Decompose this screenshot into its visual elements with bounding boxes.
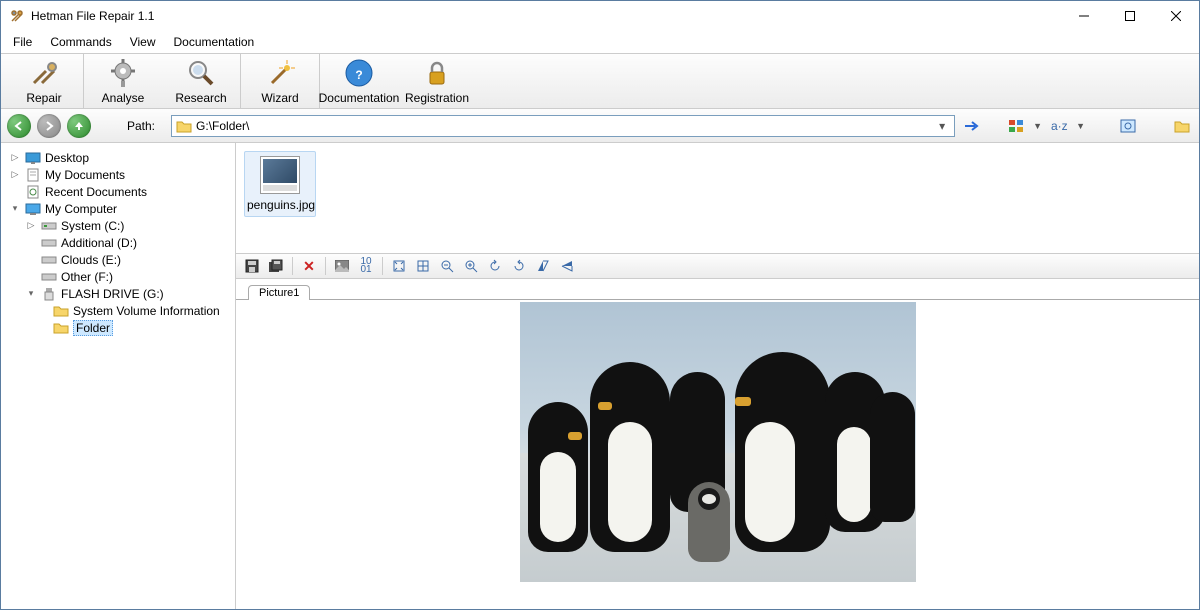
rotate-right-icon[interactable] [509, 256, 529, 276]
wizard-button[interactable]: Wizard [241, 54, 319, 108]
save-icon[interactable] [242, 256, 262, 276]
wrench-icon [28, 57, 60, 89]
drive-icon [41, 253, 57, 267]
actual-size-icon[interactable] [413, 256, 433, 276]
tree-my-computer[interactable]: ▾My Computer [5, 200, 231, 217]
registration-button[interactable]: Registration [398, 57, 476, 105]
tree-my-documents[interactable]: ▷My Documents [5, 166, 231, 183]
analyse-label: Analyse [102, 91, 145, 105]
folder-icon [176, 119, 192, 133]
usb-drive-icon [41, 287, 57, 301]
tree-recent-documents[interactable]: Recent Documents [5, 183, 231, 200]
fit-icon[interactable] [389, 256, 409, 276]
documents-icon [25, 168, 41, 182]
preview-area [236, 299, 1199, 609]
window-controls [1061, 1, 1199, 31]
save-all-icon[interactable] [266, 256, 286, 276]
maximize-button[interactable] [1107, 1, 1153, 31]
menu-view[interactable]: View [122, 33, 164, 51]
flip-vertical-icon[interactable] [533, 256, 553, 276]
folder-tree[interactable]: ▷Desktop ▷My Documents Recent Documents … [1, 143, 236, 609]
tree-additional-d[interactable]: Additional (D:) [5, 234, 231, 251]
image-icon[interactable] [332, 256, 352, 276]
analyse-button[interactable]: Analyse [84, 54, 162, 108]
gear-icon [107, 57, 139, 89]
svg-text:a·z: a·z [1051, 119, 1068, 133]
tree-other-f[interactable]: Other (F:) [5, 268, 231, 285]
file-name: penguins.jpg [247, 198, 313, 212]
image-thumbnail-icon [260, 156, 300, 194]
app-icon [9, 8, 25, 24]
tree-clouds-e[interactable]: Clouds (E:) [5, 251, 231, 268]
main-toolbar: Repair Analyse Research Wizard ? Documen… [1, 53, 1199, 109]
drive-icon [41, 236, 57, 250]
drive-icon [41, 219, 57, 233]
tree-sys-vol-info[interactable]: System Volume Information [5, 302, 231, 319]
menu-documentation[interactable]: Documentation [166, 33, 263, 51]
path-field[interactable]: ▾ [171, 115, 955, 137]
repair-label: Repair [26, 91, 61, 105]
file-item-penguins[interactable]: penguins.jpg [244, 151, 316, 217]
tree-folder[interactable]: Folder [5, 319, 231, 336]
preview-tabs: Picture1 [236, 279, 1199, 299]
menu-bar: File Commands View Documentation [1, 31, 1199, 53]
tab-picture1[interactable]: Picture1 [248, 285, 310, 300]
chevron-down-icon[interactable]: ▼ [1076, 121, 1085, 131]
drive-icon [41, 270, 57, 284]
magnifier-icon [185, 57, 217, 89]
wand-icon [264, 57, 296, 89]
flip-horizontal-icon[interactable] [557, 256, 577, 276]
zoom-in-icon[interactable] [461, 256, 481, 276]
lock-icon [421, 57, 453, 89]
explorer-button[interactable] [1171, 115, 1193, 137]
preview-toggle-button[interactable] [1117, 115, 1139, 137]
folder-icon [53, 321, 69, 335]
wizard-label: Wizard [261, 91, 298, 105]
navigation-bar: Path: ▾ ▼ a·z ▼ [1, 109, 1199, 143]
computer-icon [25, 202, 41, 216]
zoom-out-icon[interactable] [437, 256, 457, 276]
path-input[interactable] [196, 119, 930, 133]
recent-icon [25, 185, 41, 199]
up-button[interactable] [67, 114, 91, 138]
documentation-label: Documentation [319, 91, 400, 105]
menu-commands[interactable]: Commands [42, 33, 119, 51]
title-bar: Hetman File Repair 1.1 [1, 1, 1199, 31]
back-button[interactable] [7, 114, 31, 138]
close-button[interactable] [1153, 1, 1199, 31]
view-icons-button[interactable] [1005, 115, 1027, 137]
help-icon: ? [343, 57, 375, 89]
research-label: Research [175, 91, 226, 105]
documentation-button[interactable]: ? Documentation [320, 57, 398, 105]
sort-button[interactable]: a·z [1048, 115, 1070, 137]
window-title: Hetman File Repair 1.1 [31, 9, 1061, 23]
registration-label: Registration [405, 91, 469, 105]
tree-desktop[interactable]: ▷Desktop [5, 149, 231, 166]
menu-file[interactable]: File [5, 33, 40, 51]
desktop-icon [25, 151, 41, 165]
go-button[interactable] [961, 115, 983, 137]
tree-flash-drive-g[interactable]: ▾FLASH DRIVE (G:) [5, 285, 231, 302]
chevron-down-icon[interactable]: ▼ [1033, 121, 1042, 131]
preview-image [520, 302, 916, 582]
folder-icon [53, 304, 69, 318]
research-button[interactable]: Research [162, 54, 240, 108]
rotate-left-icon[interactable] [485, 256, 505, 276]
file-list[interactable]: penguins.jpg [236, 143, 1199, 253]
tree-system-c[interactable]: ▷System (C:) [5, 217, 231, 234]
delete-icon[interactable]: ✕ [299, 256, 319, 276]
path-dropdown-icon[interactable]: ▾ [934, 119, 950, 133]
preview-toolbar: ✕ 1001 [236, 253, 1199, 279]
forward-button[interactable] [37, 114, 61, 138]
repair-button[interactable]: Repair [5, 54, 83, 108]
svg-text:?: ? [355, 68, 362, 82]
binary-icon[interactable]: 1001 [356, 256, 376, 276]
minimize-button[interactable] [1061, 1, 1107, 31]
path-label: Path: [127, 119, 155, 133]
